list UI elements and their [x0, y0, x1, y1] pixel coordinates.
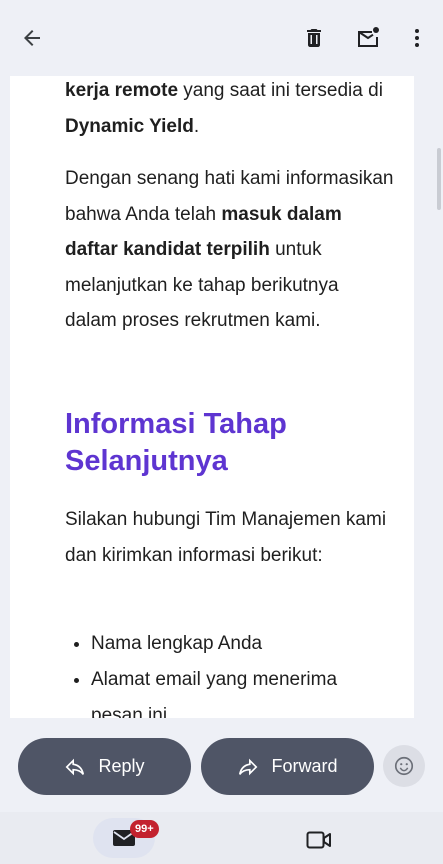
smiley-icon	[394, 756, 414, 776]
unread-count-badge: 99+	[130, 820, 159, 838]
list-item: Alamat email yang menerima pesan ini	[91, 662, 391, 718]
info-list: Nama lengkap Anda Alamat email yang mene…	[65, 626, 391, 718]
trash-icon	[307, 29, 321, 47]
mail-unread-icon	[358, 27, 379, 47]
text-span: yang saat ini tersedia di	[178, 80, 383, 101]
emoji-reaction-button[interactable]	[383, 745, 425, 787]
arrow-back-icon	[24, 30, 40, 46]
bold-text: Dynamic Yield	[65, 115, 194, 137]
more-options-button[interactable]	[400, 20, 434, 56]
email-body: kerja remote yang saat ini tersedia di D…	[10, 76, 414, 718]
bold-text: kerja remote	[65, 80, 179, 101]
forward-label: Forward	[271, 756, 338, 776]
reply-label: Reply	[98, 756, 145, 776]
delete-button[interactable]	[296, 20, 332, 56]
scrollbar[interactable]	[437, 148, 441, 210]
nav-meet[interactable]	[301, 826, 337, 854]
email-paragraph-3: Silakan hubungi Tim Manajemen kami dan k…	[65, 509, 387, 566]
text-span: .	[193, 115, 200, 137]
video-camera-icon	[306, 831, 331, 849]
forward-button[interactable]: Forward	[201, 738, 374, 795]
list-item: Nama lengkap Anda	[91, 626, 391, 662]
bottom-navigation	[0, 812, 443, 864]
section-heading: Informasi Tahap Selanjutnya	[65, 408, 287, 477]
mark-unread-button[interactable]	[350, 20, 386, 56]
more-vert-icon	[415, 29, 419, 47]
top-app-bar	[0, 0, 443, 76]
forward-icon	[239, 758, 258, 775]
email-paragraph-2: Dengan senang hati kami informasikan bah…	[65, 161, 395, 339]
reply-icon	[66, 758, 85, 775]
reply-button[interactable]: Reply	[18, 738, 191, 795]
email-paragraph-1: kerja remote yang saat ini tersedia di D…	[65, 76, 395, 144]
back-button[interactable]	[14, 20, 50, 56]
